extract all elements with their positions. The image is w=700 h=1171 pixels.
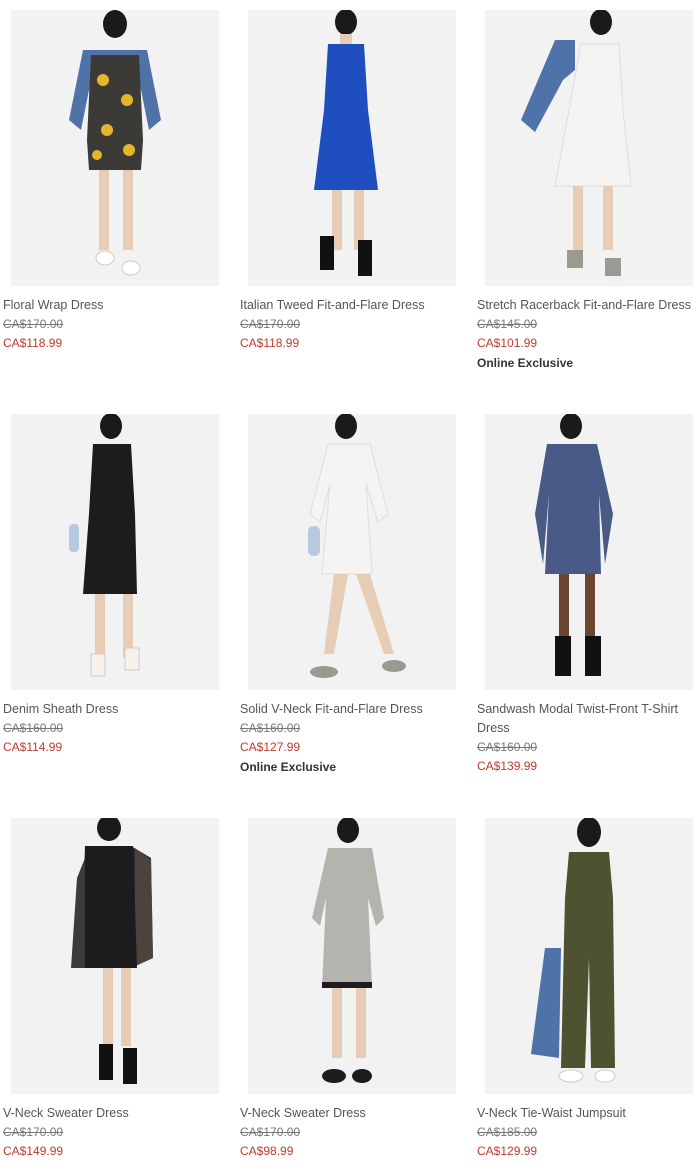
original-price: CA$170.00 xyxy=(3,1125,64,1139)
product-name[interactable]: V-Neck Sweater Dress xyxy=(240,1104,462,1123)
original-price: CA$145.00 xyxy=(477,317,538,331)
product-name[interactable]: Floral Wrap Dress xyxy=(3,296,225,315)
product-name[interactable]: Solid V-Neck Fit-and-Flare Dress xyxy=(240,700,462,719)
product-name[interactable]: V-Neck Tie-Waist Jumpsuit xyxy=(477,1104,699,1123)
original-price: CA$185.00 xyxy=(477,1125,538,1139)
product-image[interactable] xyxy=(11,10,219,286)
sale-price: CA$149.99 xyxy=(3,1144,64,1158)
model-photo xyxy=(485,818,693,1094)
product-image[interactable] xyxy=(485,414,693,690)
product-image[interactable] xyxy=(248,818,456,1094)
product-image[interactable] xyxy=(11,818,219,1094)
sale-price: CA$118.99 xyxy=(3,336,63,350)
product-image[interactable] xyxy=(485,818,693,1094)
product-image[interactable] xyxy=(485,10,693,286)
sale-price: CA$114.99 xyxy=(3,740,63,754)
product-name[interactable]: Stretch Racerback Fit-and-Flare Dress xyxy=(477,296,699,315)
original-price: CA$170.00 xyxy=(3,317,64,331)
sale-price: CA$129.99 xyxy=(477,1144,538,1158)
product-grid: Floral Wrap Dress CA$170.00 CA$118.99 It… xyxy=(0,0,700,1171)
model-photo xyxy=(248,10,456,286)
product-image[interactable] xyxy=(248,10,456,286)
sale-price: CA$101.99 xyxy=(477,336,538,350)
product-name[interactable]: Denim Sheath Dress xyxy=(3,700,225,719)
product-image[interactable] xyxy=(248,414,456,690)
model-photo xyxy=(485,10,693,286)
original-price: CA$170.00 xyxy=(240,1125,301,1139)
product-image[interactable] xyxy=(11,414,219,690)
model-photo xyxy=(485,414,693,690)
original-price: CA$160.00 xyxy=(477,740,538,754)
sale-price: CA$127.99 xyxy=(240,740,301,754)
online-exclusive-badge: Online Exclusive xyxy=(477,356,574,370)
model-photo xyxy=(248,414,456,690)
sale-price: CA$139.99 xyxy=(477,759,538,773)
model-photo xyxy=(11,414,219,690)
model-photo xyxy=(11,818,219,1094)
product-name[interactable]: Sandwash Modal Twist-Front T-Shirt Dress xyxy=(477,700,699,738)
online-exclusive-badge: Online Exclusive xyxy=(240,760,337,774)
original-price: CA$160.00 xyxy=(3,721,64,735)
model-photo xyxy=(11,10,219,286)
model-photo xyxy=(248,818,456,1094)
original-price: CA$170.00 xyxy=(240,317,301,331)
original-price: CA$160.00 xyxy=(240,721,301,735)
product-name[interactable]: V-Neck Sweater Dress xyxy=(3,1104,225,1123)
sale-price: CA$98.99 xyxy=(240,1144,294,1158)
sale-price: CA$118.99 xyxy=(240,336,300,350)
product-name[interactable]: Italian Tweed Fit-and-Flare Dress xyxy=(240,296,462,315)
